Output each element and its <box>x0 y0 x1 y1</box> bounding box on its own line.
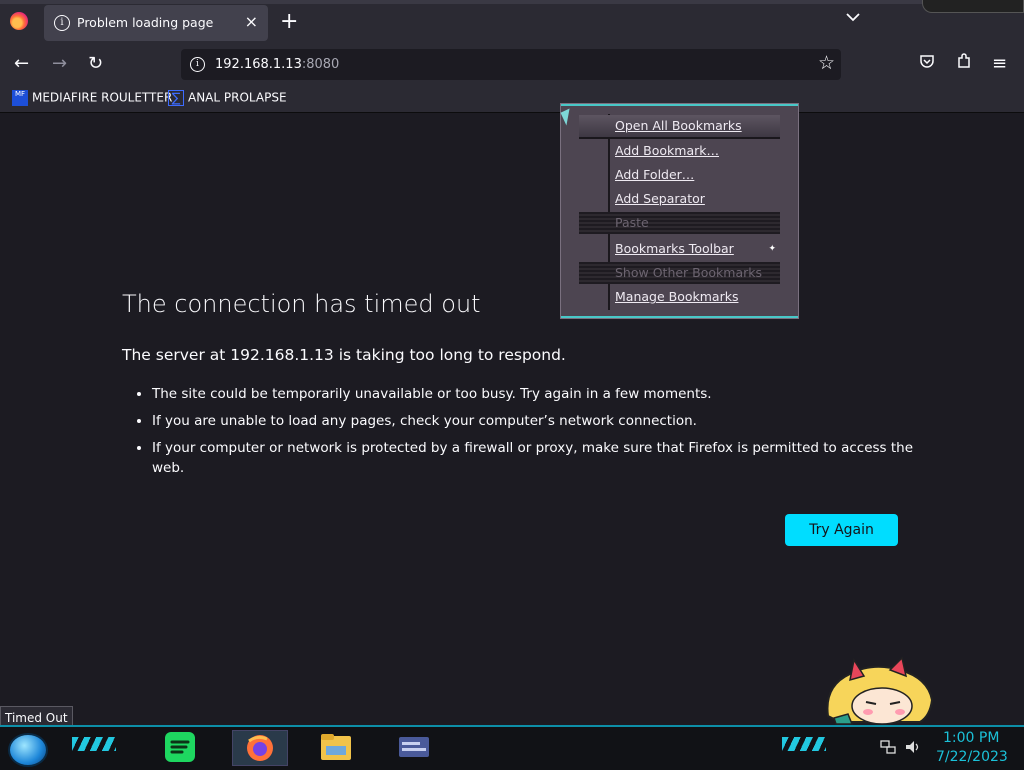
menu-item-add-separator[interactable]: Add Separator <box>579 188 780 210</box>
menu-item-add-bookmark[interactable]: Add Bookmark… <box>579 140 780 162</box>
suggestion-item: If you are unable to load any pages, che… <box>152 411 932 431</box>
info-icon: i <box>54 15 70 31</box>
error-title: The connection has timed out <box>122 290 481 318</box>
bookmark-label: MEDIAFIRE ROULETTER <box>32 90 173 105</box>
clock-time[interactable]: 1:00 PM <box>943 730 999 746</box>
url-text[interactable]: 192.168.1.13:8080 <box>215 57 339 72</box>
menu-item-label: Add Folder… <box>615 167 695 182</box>
pocket-icon[interactable] <box>919 53 935 73</box>
window-app-icon[interactable] <box>396 730 432 764</box>
window-top-border <box>0 0 1024 4</box>
menu-item-label: Open All Bookmarks <box>615 118 742 133</box>
sigma-icon: ∑ <box>168 90 184 106</box>
taskbar-decoration <box>72 737 116 751</box>
url-port: :8080 <box>301 57 340 72</box>
error-suggestions: The site could be temporarily unavailabl… <box>122 384 932 485</box>
tab-strip: i Problem loading page × + <box>0 0 1024 44</box>
menu-item-open-all-bookmarks[interactable]: Open All Bookmarks <box>579 115 780 139</box>
firefox-icon[interactable] <box>10 12 28 30</box>
menu-item-label: Add Separator <box>615 191 705 206</box>
nav-bar: ← → ↻ i 192.168.1.13:8080 ☆ ≡ <box>0 44 1024 86</box>
error-description: The server at 192.168.1.13 is taking too… <box>122 346 566 364</box>
back-button[interactable]: ← <box>14 53 29 74</box>
try-again-button[interactable]: Try Again <box>785 514 898 546</box>
spotify-icon[interactable] <box>162 730 198 764</box>
close-tab-icon[interactable]: × <box>245 12 258 31</box>
menu-item-bookmarks-toolbar[interactable]: Bookmarks Toolbar ✦ <box>579 238 780 260</box>
bookmark-star-icon[interactable]: ☆ <box>818 52 835 74</box>
tab-title: Problem loading page <box>77 15 214 30</box>
forward-button[interactable]: → <box>52 53 67 74</box>
menu-item-label: Add Bookmark… <box>615 143 719 158</box>
site-info-icon[interactable]: i <box>190 57 205 72</box>
menu-item-manage-bookmarks[interactable]: Manage Bookmarks <box>579 286 780 308</box>
new-tab-button[interactable]: + <box>280 9 298 34</box>
bookmark-item-mediafire[interactable]: MF MEDIAFIRE ROULETTER <box>12 90 172 106</box>
bookmark-label: ANAL PROLAPSE <box>188 90 287 105</box>
tab-active[interactable]: i Problem loading page × <box>44 5 268 41</box>
submenu-arrow-icon: ✦ <box>768 244 776 254</box>
app-menu-icon[interactable]: ≡ <box>992 53 1007 74</box>
bookmark-item-sigma[interactable]: ∑ ANAL PROLAPSE <box>168 90 287 106</box>
menu-item-label: Show Other Bookmarks <box>615 265 763 280</box>
volume-icon[interactable] <box>904 739 922 755</box>
menu-item-label: Manage Bookmarks <box>615 289 739 304</box>
taskbar: 1:00 PM 7/22/2023 <box>0 725 1024 770</box>
clock-date[interactable]: 7/22/2023 <box>936 749 1008 765</box>
bookmarks-toolbar: MF MEDIAFIRE ROULETTER ∑ ANAL PROLAPSE <box>0 86 1024 113</box>
window-controls-corner <box>922 0 1024 13</box>
firefox-icon <box>247 735 273 761</box>
url-bar[interactable]: i 192.168.1.13:8080 ☆ <box>181 49 841 80</box>
extensions-icon[interactable] <box>956 53 972 74</box>
mediafire-icon: MF <box>12 90 28 106</box>
menu-item-label: Paste <box>615 215 649 230</box>
cartoon-sticker-image <box>826 656 934 725</box>
menu-item-label: Bookmarks Toolbar <box>615 241 734 256</box>
taskbar-decoration <box>782 737 826 751</box>
menu-item-show-other-bookmarks: Show Other Bookmarks <box>579 262 780 284</box>
suggestion-item: If your computer or network is protected… <box>152 438 932 478</box>
firefox-taskbar-button[interactable] <box>232 730 288 766</box>
url-host: 192.168.1.13 <box>215 57 302 72</box>
menu-item-add-folder[interactable]: Add Folder… <box>579 164 780 186</box>
network-icon[interactable] <box>880 739 896 755</box>
bookmarks-context-menu: Open All Bookmarks Add Bookmark… Add Fol… <box>560 103 799 319</box>
file-explorer-icon[interactable] <box>318 730 354 764</box>
mouse-cursor-icon <box>560 108 576 126</box>
reload-button[interactable]: ↻ <box>88 53 103 74</box>
start-orb-icon[interactable] <box>8 733 48 767</box>
list-all-tabs-chevron-icon[interactable] <box>846 10 860 26</box>
suggestion-item: The site could be temporarily unavailabl… <box>152 384 932 404</box>
menu-item-paste: Paste <box>579 212 780 234</box>
